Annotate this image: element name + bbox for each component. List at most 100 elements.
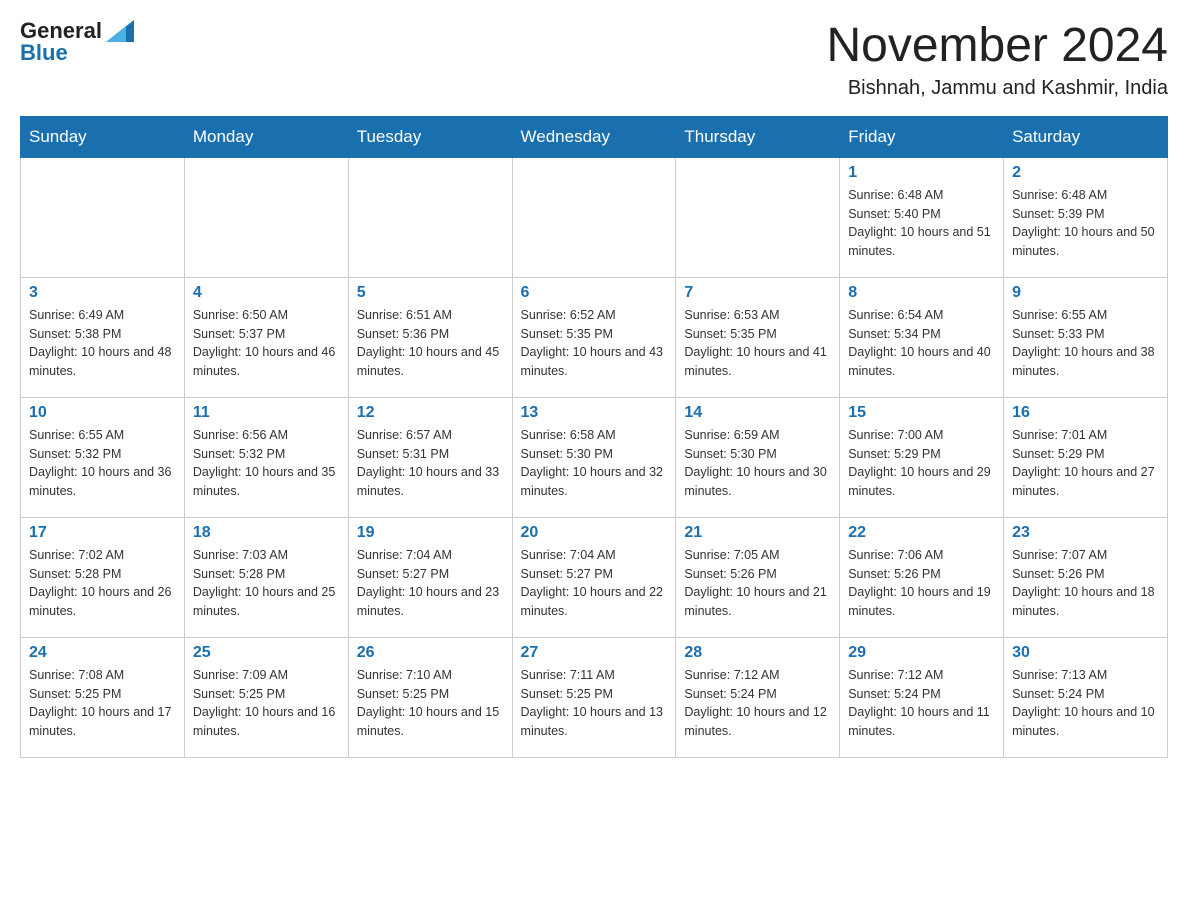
day-number: 3 bbox=[29, 284, 176, 302]
day-number: 7 bbox=[684, 284, 831, 302]
day-number: 22 bbox=[848, 524, 995, 542]
calendar-cell bbox=[21, 157, 185, 277]
day-number: 8 bbox=[848, 284, 995, 302]
day-info: Sunrise: 7:00 AMSunset: 5:29 PMDaylight:… bbox=[848, 426, 995, 501]
day-info: Sunrise: 6:56 AMSunset: 5:32 PMDaylight:… bbox=[193, 426, 340, 501]
day-info: Sunrise: 6:57 AMSunset: 5:31 PMDaylight:… bbox=[357, 426, 504, 501]
day-info: Sunrise: 6:58 AMSunset: 5:30 PMDaylight:… bbox=[521, 426, 668, 501]
weekday-header-thursday: Thursday bbox=[676, 116, 840, 157]
calendar-body: 1Sunrise: 6:48 AMSunset: 5:40 PMDaylight… bbox=[21, 157, 1168, 757]
day-number: 12 bbox=[357, 404, 504, 422]
week-row-4: 24 Sunrise: 7:08 AMSunset: 5:25 PMDayligh… bbox=[21, 637, 1168, 757]
day-number: 27 bbox=[521, 644, 668, 662]
calendar-cell: 17 Sunrise: 7:02 AMSunset: 5:28 PMDayligh… bbox=[21, 517, 185, 637]
calendar-cell: 29Sunrise: 7:12 AMSunset: 5:24 PMDayligh… bbox=[840, 637, 1004, 757]
day-number: 30 bbox=[1012, 644, 1159, 662]
day-info: Sunrise: 6:55 AMSunset: 5:33 PMDaylight:… bbox=[1012, 306, 1159, 381]
day-number: 28 bbox=[684, 644, 831, 662]
day-number: 13 bbox=[521, 404, 668, 422]
weekday-header-monday: Monday bbox=[184, 116, 348, 157]
calendar-cell: 26 Sunrise: 7:10 AMSunset: 5:25 PMDayligh… bbox=[348, 637, 512, 757]
weekday-header-friday: Friday bbox=[840, 116, 1004, 157]
title-block: November 2024 Bishnah, Jammu and Kashmir… bbox=[826, 20, 1168, 100]
weekday-header-sunday: Sunday bbox=[21, 116, 185, 157]
week-row-3: 17 Sunrise: 7:02 AMSunset: 5:28 PMDayligh… bbox=[21, 517, 1168, 637]
calendar-cell: 13 Sunrise: 6:58 AMSunset: 5:30 PMDayligh… bbox=[512, 397, 676, 517]
day-info: Sunrise: 6:49 AMSunset: 5:38 PMDaylight:… bbox=[29, 306, 176, 381]
day-info: Sunrise: 6:48 AMSunset: 5:40 PMDaylight:… bbox=[848, 186, 995, 261]
week-row-0: 1Sunrise: 6:48 AMSunset: 5:40 PMDaylight… bbox=[21, 157, 1168, 277]
day-number: 21 bbox=[684, 524, 831, 542]
day-info: Sunrise: 6:48 AMSunset: 5:39 PMDaylight:… bbox=[1012, 186, 1159, 261]
day-number: 17 bbox=[29, 524, 176, 542]
day-info: Sunrise: 6:50 AMSunset: 5:37 PMDaylight:… bbox=[193, 306, 340, 381]
day-number: 16 bbox=[1012, 404, 1159, 422]
day-info: Sunrise: 6:54 AMSunset: 5:34 PMDaylight:… bbox=[848, 306, 995, 381]
logo: General Blue bbox=[20, 20, 134, 65]
calendar-cell: 10Sunrise: 6:55 AMSunset: 5:32 PMDayligh… bbox=[21, 397, 185, 517]
logo-general: General bbox=[20, 20, 102, 42]
calendar-cell: 6Sunrise: 6:52 AMSunset: 5:35 PMDaylight… bbox=[512, 277, 676, 397]
day-number: 11 bbox=[193, 404, 340, 422]
weekday-header-wednesday: Wednesday bbox=[512, 116, 676, 157]
calendar-cell: 12 Sunrise: 6:57 AMSunset: 5:31 PMDayligh… bbox=[348, 397, 512, 517]
calendar-cell: 9 Sunrise: 6:55 AMSunset: 5:33 PMDaylight… bbox=[1004, 277, 1168, 397]
week-row-1: 3 Sunrise: 6:49 AMSunset: 5:38 PMDaylight… bbox=[21, 277, 1168, 397]
calendar-cell: 4 Sunrise: 6:50 AMSunset: 5:37 PMDaylight… bbox=[184, 277, 348, 397]
day-info: Sunrise: 7:13 AMSunset: 5:24 PMDaylight:… bbox=[1012, 666, 1159, 741]
calendar-cell: 24 Sunrise: 7:08 AMSunset: 5:25 PMDayligh… bbox=[21, 637, 185, 757]
calendar-cell bbox=[184, 157, 348, 277]
week-row-2: 10Sunrise: 6:55 AMSunset: 5:32 PMDayligh… bbox=[21, 397, 1168, 517]
logo-blue: Blue bbox=[20, 40, 68, 65]
calendar-cell: 16 Sunrise: 7:01 AMSunset: 5:29 PMDayligh… bbox=[1004, 397, 1168, 517]
day-number: 18 bbox=[193, 524, 340, 542]
calendar-cell: 18 Sunrise: 7:03 AMSunset: 5:28 PMDayligh… bbox=[184, 517, 348, 637]
calendar-cell: 1Sunrise: 6:48 AMSunset: 5:40 PMDaylight… bbox=[840, 157, 1004, 277]
day-number: 23 bbox=[1012, 524, 1159, 542]
calendar-cell: 19Sunrise: 7:04 AMSunset: 5:27 PMDayligh… bbox=[348, 517, 512, 637]
day-number: 9 bbox=[1012, 284, 1159, 302]
calendar-cell: 8 Sunrise: 6:54 AMSunset: 5:34 PMDaylight… bbox=[840, 277, 1004, 397]
calendar-cell: 30 Sunrise: 7:13 AMSunset: 5:24 PMDayligh… bbox=[1004, 637, 1168, 757]
day-info: Sunrise: 7:11 AMSunset: 5:25 PMDaylight:… bbox=[521, 666, 668, 741]
day-info: Sunrise: 7:08 AMSunset: 5:25 PMDaylight:… bbox=[29, 666, 176, 741]
month-title: November 2024 bbox=[826, 20, 1168, 73]
calendar-header: SundayMondayTuesdayWednesdayThursdayFrid… bbox=[21, 116, 1168, 157]
day-info: Sunrise: 7:09 AMSunset: 5:25 PMDaylight:… bbox=[193, 666, 340, 741]
day-info: Sunrise: 7:06 AMSunset: 5:26 PMDaylight:… bbox=[848, 546, 995, 621]
weekday-header-saturday: Saturday bbox=[1004, 116, 1168, 157]
logo-icon bbox=[106, 20, 134, 42]
calendar-cell: 23 Sunrise: 7:07 AMSunset: 5:26 PMDayligh… bbox=[1004, 517, 1168, 637]
day-number: 24 bbox=[29, 644, 176, 662]
day-info: Sunrise: 7:12 AMSunset: 5:24 PMDaylight:… bbox=[848, 666, 995, 741]
page-header: General Blue November 2024 Bishnah, Jamm… bbox=[20, 20, 1168, 100]
day-info: Sunrise: 7:01 AMSunset: 5:29 PMDaylight:… bbox=[1012, 426, 1159, 501]
calendar-cell: 22 Sunrise: 7:06 AMSunset: 5:26 PMDayligh… bbox=[840, 517, 1004, 637]
day-info: Sunrise: 6:52 AMSunset: 5:35 PMDaylight:… bbox=[521, 306, 668, 381]
calendar-cell: 28Sunrise: 7:12 AMSunset: 5:24 PMDayligh… bbox=[676, 637, 840, 757]
day-info: Sunrise: 7:03 AMSunset: 5:28 PMDaylight:… bbox=[193, 546, 340, 621]
calendar-cell: 14Sunrise: 6:59 AMSunset: 5:30 PMDayligh… bbox=[676, 397, 840, 517]
calendar-cell bbox=[676, 157, 840, 277]
calendar-cell: 11 Sunrise: 6:56 AMSunset: 5:32 PMDayligh… bbox=[184, 397, 348, 517]
day-number: 10 bbox=[29, 404, 176, 422]
day-info: Sunrise: 7:07 AMSunset: 5:26 PMDaylight:… bbox=[1012, 546, 1159, 621]
calendar-cell bbox=[512, 157, 676, 277]
calendar-cell: 3 Sunrise: 6:49 AMSunset: 5:38 PMDaylight… bbox=[21, 277, 185, 397]
day-number: 4 bbox=[193, 284, 340, 302]
weekday-header-row: SundayMondayTuesdayWednesdayThursdayFrid… bbox=[21, 116, 1168, 157]
day-number: 15 bbox=[848, 404, 995, 422]
day-number: 26 bbox=[357, 644, 504, 662]
day-info: Sunrise: 7:02 AMSunset: 5:28 PMDaylight:… bbox=[29, 546, 176, 621]
calendar-cell: 20 Sunrise: 7:04 AMSunset: 5:27 PMDayligh… bbox=[512, 517, 676, 637]
day-number: 20 bbox=[521, 524, 668, 542]
day-info: Sunrise: 7:10 AMSunset: 5:25 PMDaylight:… bbox=[357, 666, 504, 741]
day-number: 14 bbox=[684, 404, 831, 422]
day-number: 25 bbox=[193, 644, 340, 662]
day-info: Sunrise: 7:05 AMSunset: 5:26 PMDaylight:… bbox=[684, 546, 831, 621]
day-info: Sunrise: 7:04 AMSunset: 5:27 PMDaylight:… bbox=[521, 546, 668, 621]
location-title: Bishnah, Jammu and Kashmir, India bbox=[826, 77, 1168, 100]
day-info: Sunrise: 7:04 AMSunset: 5:27 PMDaylight:… bbox=[357, 546, 504, 621]
calendar-cell: 15 Sunrise: 7:00 AMSunset: 5:29 PMDayligh… bbox=[840, 397, 1004, 517]
day-number: 5 bbox=[357, 284, 504, 302]
